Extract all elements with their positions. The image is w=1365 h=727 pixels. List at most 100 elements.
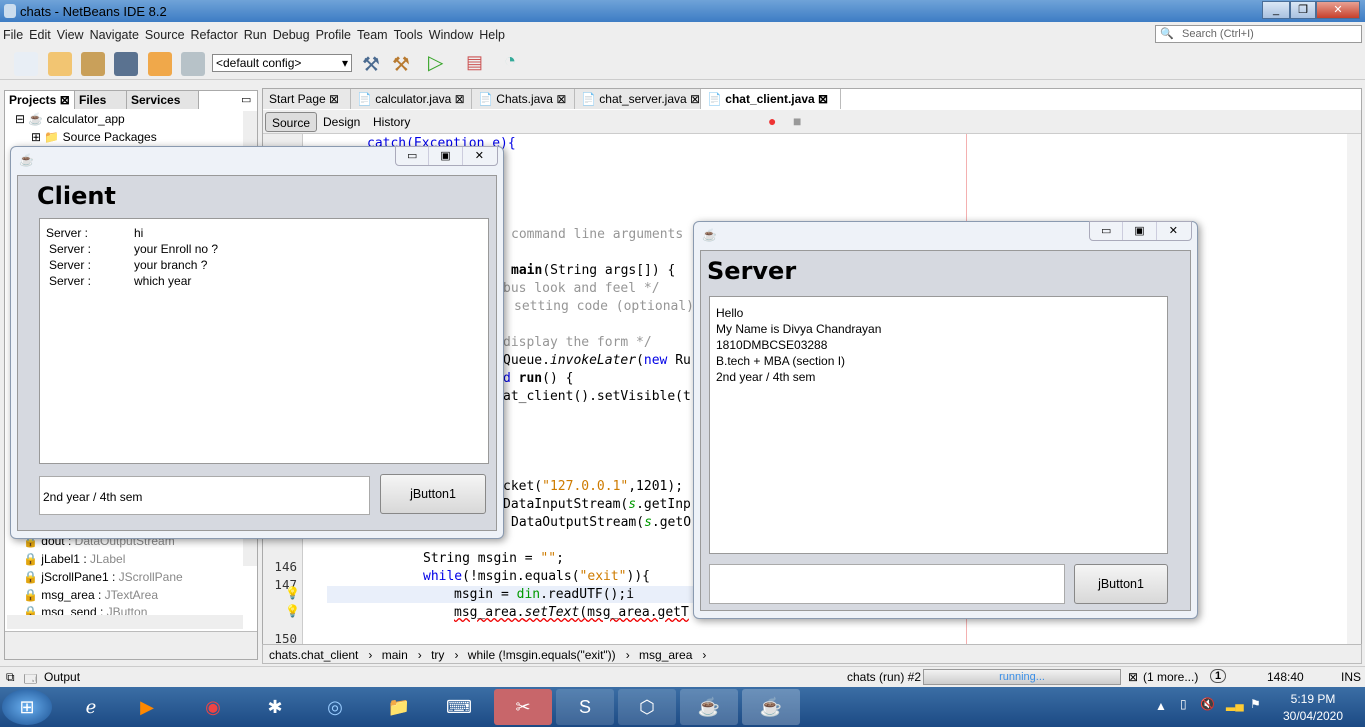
- breadcrumb-item[interactable]: main: [376, 645, 418, 662]
- menu-help[interactable]: Help: [476, 24, 508, 46]
- tree-item[interactable]: 🔒 jLabel1 : JLabel: [23, 552, 125, 566]
- redo-icon[interactable]: [181, 52, 206, 76]
- media-player-taskbar-icon[interactable]: ▶: [118, 689, 176, 725]
- maximize-button[interactable]: ❐: [1290, 1, 1316, 19]
- title-bar: chats - NetBeans IDE 8.2 _ ❐ ✕: [0, 0, 1365, 22]
- battery-icon[interactable]: ▯: [1180, 697, 1187, 711]
- minimize-button[interactable]: ▭: [1090, 222, 1124, 240]
- menu-profile[interactable]: Profile: [313, 24, 354, 46]
- spider-solitaire-taskbar-icon[interactable]: ✱: [246, 689, 304, 725]
- tab-files[interactable]: Files: [75, 91, 127, 109]
- open-project-icon[interactable]: [81, 52, 106, 76]
- profile-icon[interactable]: ◔: [504, 50, 516, 73]
- notifications-badge[interactable]: 1: [1210, 669, 1227, 683]
- breadcrumb-item[interactable]: while (!msgin.equals("exit")): [462, 645, 626, 662]
- tab-start-page[interactable]: Start Page ⊠: [263, 89, 351, 109]
- build-icon[interactable]: ⚒: [362, 52, 380, 77]
- snipping-tool-taskbar-icon[interactable]: ✂: [494, 689, 552, 725]
- line-number: 146: [274, 559, 297, 574]
- tree-item[interactable]: 🔒 jScrollPane1 : JScrollPane: [23, 570, 183, 584]
- message-sender: Server :: [49, 242, 92, 256]
- client-message-input[interactable]: 2nd year / 4th sem: [39, 476, 370, 515]
- clock-date[interactable]: 30/04/2020: [1278, 709, 1348, 723]
- close-button[interactable]: ✕: [463, 147, 496, 165]
- menu-debug[interactable]: Debug: [270, 24, 313, 46]
- server-message-area[interactable]: Hello My Name is Divya Chandrayan 1810DM…: [709, 296, 1168, 554]
- undo-icon[interactable]: [147, 52, 172, 76]
- skype-taskbar-icon[interactable]: S: [556, 689, 614, 725]
- show-hidden-icons[interactable]: ▲: [1155, 699, 1167, 713]
- error-hint-icon[interactable]: 💡: [285, 604, 300, 618]
- client-send-button[interactable]: jButton1: [380, 474, 486, 514]
- maximize-button[interactable]: ▣: [429, 147, 463, 165]
- menu-refactor[interactable]: Refactor: [188, 24, 241, 46]
- volume-muted-icon[interactable]: 🔇: [1200, 697, 1215, 711]
- java-client-taskbar-icon[interactable]: ☕: [680, 689, 738, 725]
- close-button[interactable]: ✕: [1316, 1, 1360, 19]
- source-view-button[interactable]: Source: [265, 112, 318, 132]
- tab-chats-java[interactable]: 📄 Chats.java ⊠: [472, 89, 575, 109]
- minimize-panel-icon[interactable]: ▭: [241, 93, 251, 106]
- tab-chat-server-java[interactable]: 📄 chat_server.java ⊠: [575, 89, 701, 109]
- stop-macro-icon[interactable]: ■: [793, 113, 801, 129]
- java-server-taskbar-icon[interactable]: ☕: [742, 689, 800, 725]
- design-view-button[interactable]: Design: [317, 112, 366, 132]
- clean-build-icon[interactable]: ⚒: [392, 52, 410, 77]
- server-send-button[interactable]: jButton1: [1074, 564, 1168, 604]
- menu-window[interactable]: Window: [426, 24, 476, 46]
- history-view-button[interactable]: History: [367, 112, 416, 132]
- editor-scrollbar[interactable]: [1347, 134, 1361, 644]
- message-text: 1810DMBCSE03288: [716, 338, 828, 352]
- action-center-icon[interactable]: ⚑: [1250, 697, 1261, 711]
- tab-chat-client-java[interactable]: 📄 chat_client.java ⊠: [701, 89, 841, 109]
- breadcrumb-item[interactable]: try: [425, 645, 454, 662]
- clock-time[interactable]: 5:19 PM: [1283, 692, 1343, 706]
- save-all-icon[interactable]: [114, 52, 139, 76]
- menu-edit[interactable]: Edit: [26, 24, 54, 46]
- minimize-button[interactable]: ▭: [396, 147, 430, 165]
- chrome-taskbar-icon[interactable]: ◉: [184, 689, 242, 725]
- server-message-input[interactable]: [709, 564, 1065, 604]
- ie-taskbar-icon[interactable]: ℯ: [62, 689, 120, 725]
- menu-team[interactable]: Team: [354, 24, 391, 46]
- minimize-button[interactable]: _: [1262, 1, 1290, 19]
- explorer-taskbar-icon[interactable]: 📁: [370, 689, 428, 725]
- horizontal-scrollbar[interactable]: [7, 615, 243, 629]
- breadcrumb-item[interactable]: msg_area: [633, 645, 702, 662]
- window-title: chats - NetBeans IDE 8.2: [20, 4, 167, 19]
- keyboard-taskbar-icon[interactable]: ⌨: [430, 689, 488, 725]
- network-icon[interactable]: ▂▄: [1226, 697, 1244, 711]
- close-button[interactable]: ✕: [1157, 222, 1190, 240]
- restore-window-icon[interactable]: ⧉: [6, 670, 15, 685]
- new-file-icon[interactable]: [14, 52, 39, 76]
- menu-file[interactable]: File: [0, 24, 26, 46]
- error-hint-icon[interactable]: 💡: [285, 586, 300, 600]
- tree-item[interactable]: ⊞ 📁 Source Packages: [31, 130, 157, 144]
- new-project-icon[interactable]: [47, 52, 72, 76]
- tree-item[interactable]: ⊟ ☕ calculator_app: [15, 112, 125, 126]
- menu-tools[interactable]: Tools: [391, 24, 426, 46]
- netbeans-taskbar-icon[interactable]: ⬡: [618, 689, 676, 725]
- maximize-button[interactable]: ▣: [1123, 222, 1157, 240]
- tab-services[interactable]: Services: [127, 91, 199, 109]
- breadcrumb-item[interactable]: chats.chat_client: [263, 645, 368, 662]
- client-message-area[interactable]: Server : hi Server : your Enroll no ? Serv…: [39, 218, 489, 464]
- menu-run[interactable]: Run: [241, 24, 270, 46]
- menu-navigate[interactable]: Navigate: [87, 24, 142, 46]
- start-button[interactable]: ⊞: [2, 689, 52, 725]
- tree-item[interactable]: 🔒 msg_area : JTextArea: [23, 588, 158, 602]
- tab-projects[interactable]: Projects ⊠: [5, 91, 75, 109]
- more-tasks-link[interactable]: (1 more...): [1143, 670, 1198, 684]
- record-macro-icon[interactable]: ●: [768, 113, 776, 129]
- chromium-taskbar-icon[interactable]: ◎: [306, 689, 364, 725]
- search-input[interactable]: Search (Ctrl+I) 🔍: [1155, 25, 1362, 43]
- output-tab[interactable]: Output: [44, 670, 80, 684]
- menu-view[interactable]: View: [54, 24, 87, 46]
- debug-icon[interactable]: ▤: [466, 52, 483, 73]
- config-select[interactable]: <default config> ▾: [212, 54, 352, 72]
- menu-source[interactable]: Source: [142, 24, 188, 46]
- cancel-task-icon[interactable]: ⊠: [1128, 670, 1138, 684]
- tab-calculator-java[interactable]: 📄 calculator.java ⊠: [351, 89, 472, 109]
- message-text: your Enroll no ?: [134, 242, 219, 256]
- run-icon[interactable]: ▷: [428, 50, 443, 75]
